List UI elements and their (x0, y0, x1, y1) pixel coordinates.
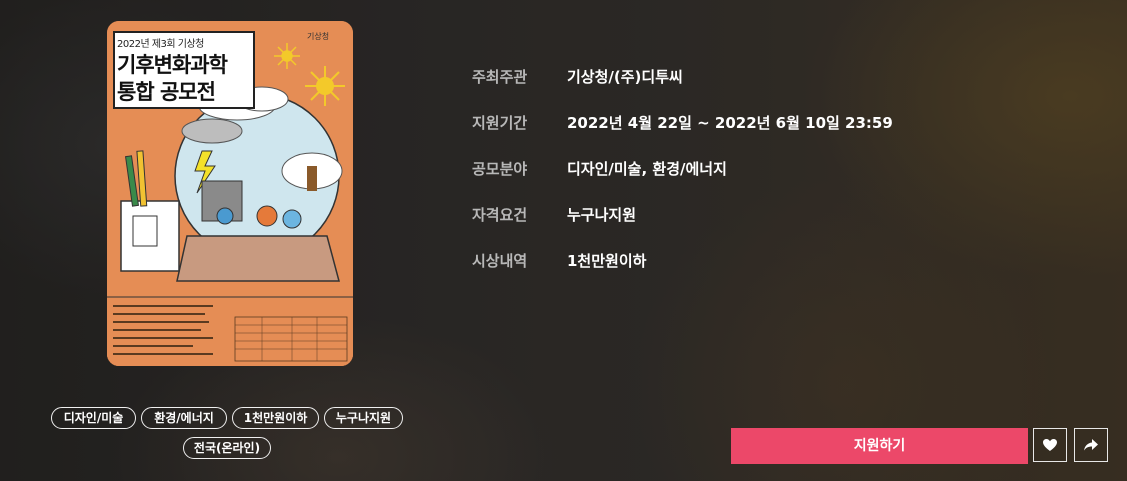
info-label: 지원기간 (472, 114, 528, 132)
share-icon (1084, 439, 1098, 451)
info-value: 기상청/(주)디투씨 (567, 68, 683, 86)
info-label: 자격요건 (472, 206, 528, 224)
poster-title-line1: 기후변화과학 (117, 53, 228, 77)
share-button[interactable] (1074, 428, 1108, 462)
info-label: 주최주관 (472, 68, 528, 86)
info-value: 2022년 4월 22일 ~ 2022년 6월 10일 23:59 (567, 114, 893, 132)
info-label: 공모분야 (472, 160, 528, 178)
tag-design-art[interactable]: 디자인/미술 (51, 407, 136, 429)
poster-logo: 기상청 (307, 32, 330, 41)
info-value: 1천만원이하 (567, 252, 647, 270)
tag-prize-range[interactable]: 1천만원이하 (232, 407, 319, 429)
apply-button[interactable]: 지원하기 (731, 428, 1028, 464)
heart-icon (1043, 439, 1057, 451)
tag-environment-energy[interactable]: 환경/에너지 (141, 407, 227, 429)
poster-title-line2: 통합 공모전 (117, 80, 216, 104)
like-button[interactable] (1033, 428, 1067, 462)
tag-eligibility[interactable]: 누구나지원 (324, 407, 403, 429)
poster-subtitle: 2022년 제3회 기상청 (117, 39, 204, 50)
info-label: 시상내역 (472, 252, 528, 270)
tag-region-online[interactable]: 전국(온라인) (183, 437, 271, 459)
info-value: 디자인/미술, 환경/에너지 (567, 160, 727, 178)
contest-poster: 2022년 제3회 기상청 기후변화과학 통합 공모전 기상청 (107, 21, 353, 366)
info-value: 누구나지원 (567, 206, 637, 224)
